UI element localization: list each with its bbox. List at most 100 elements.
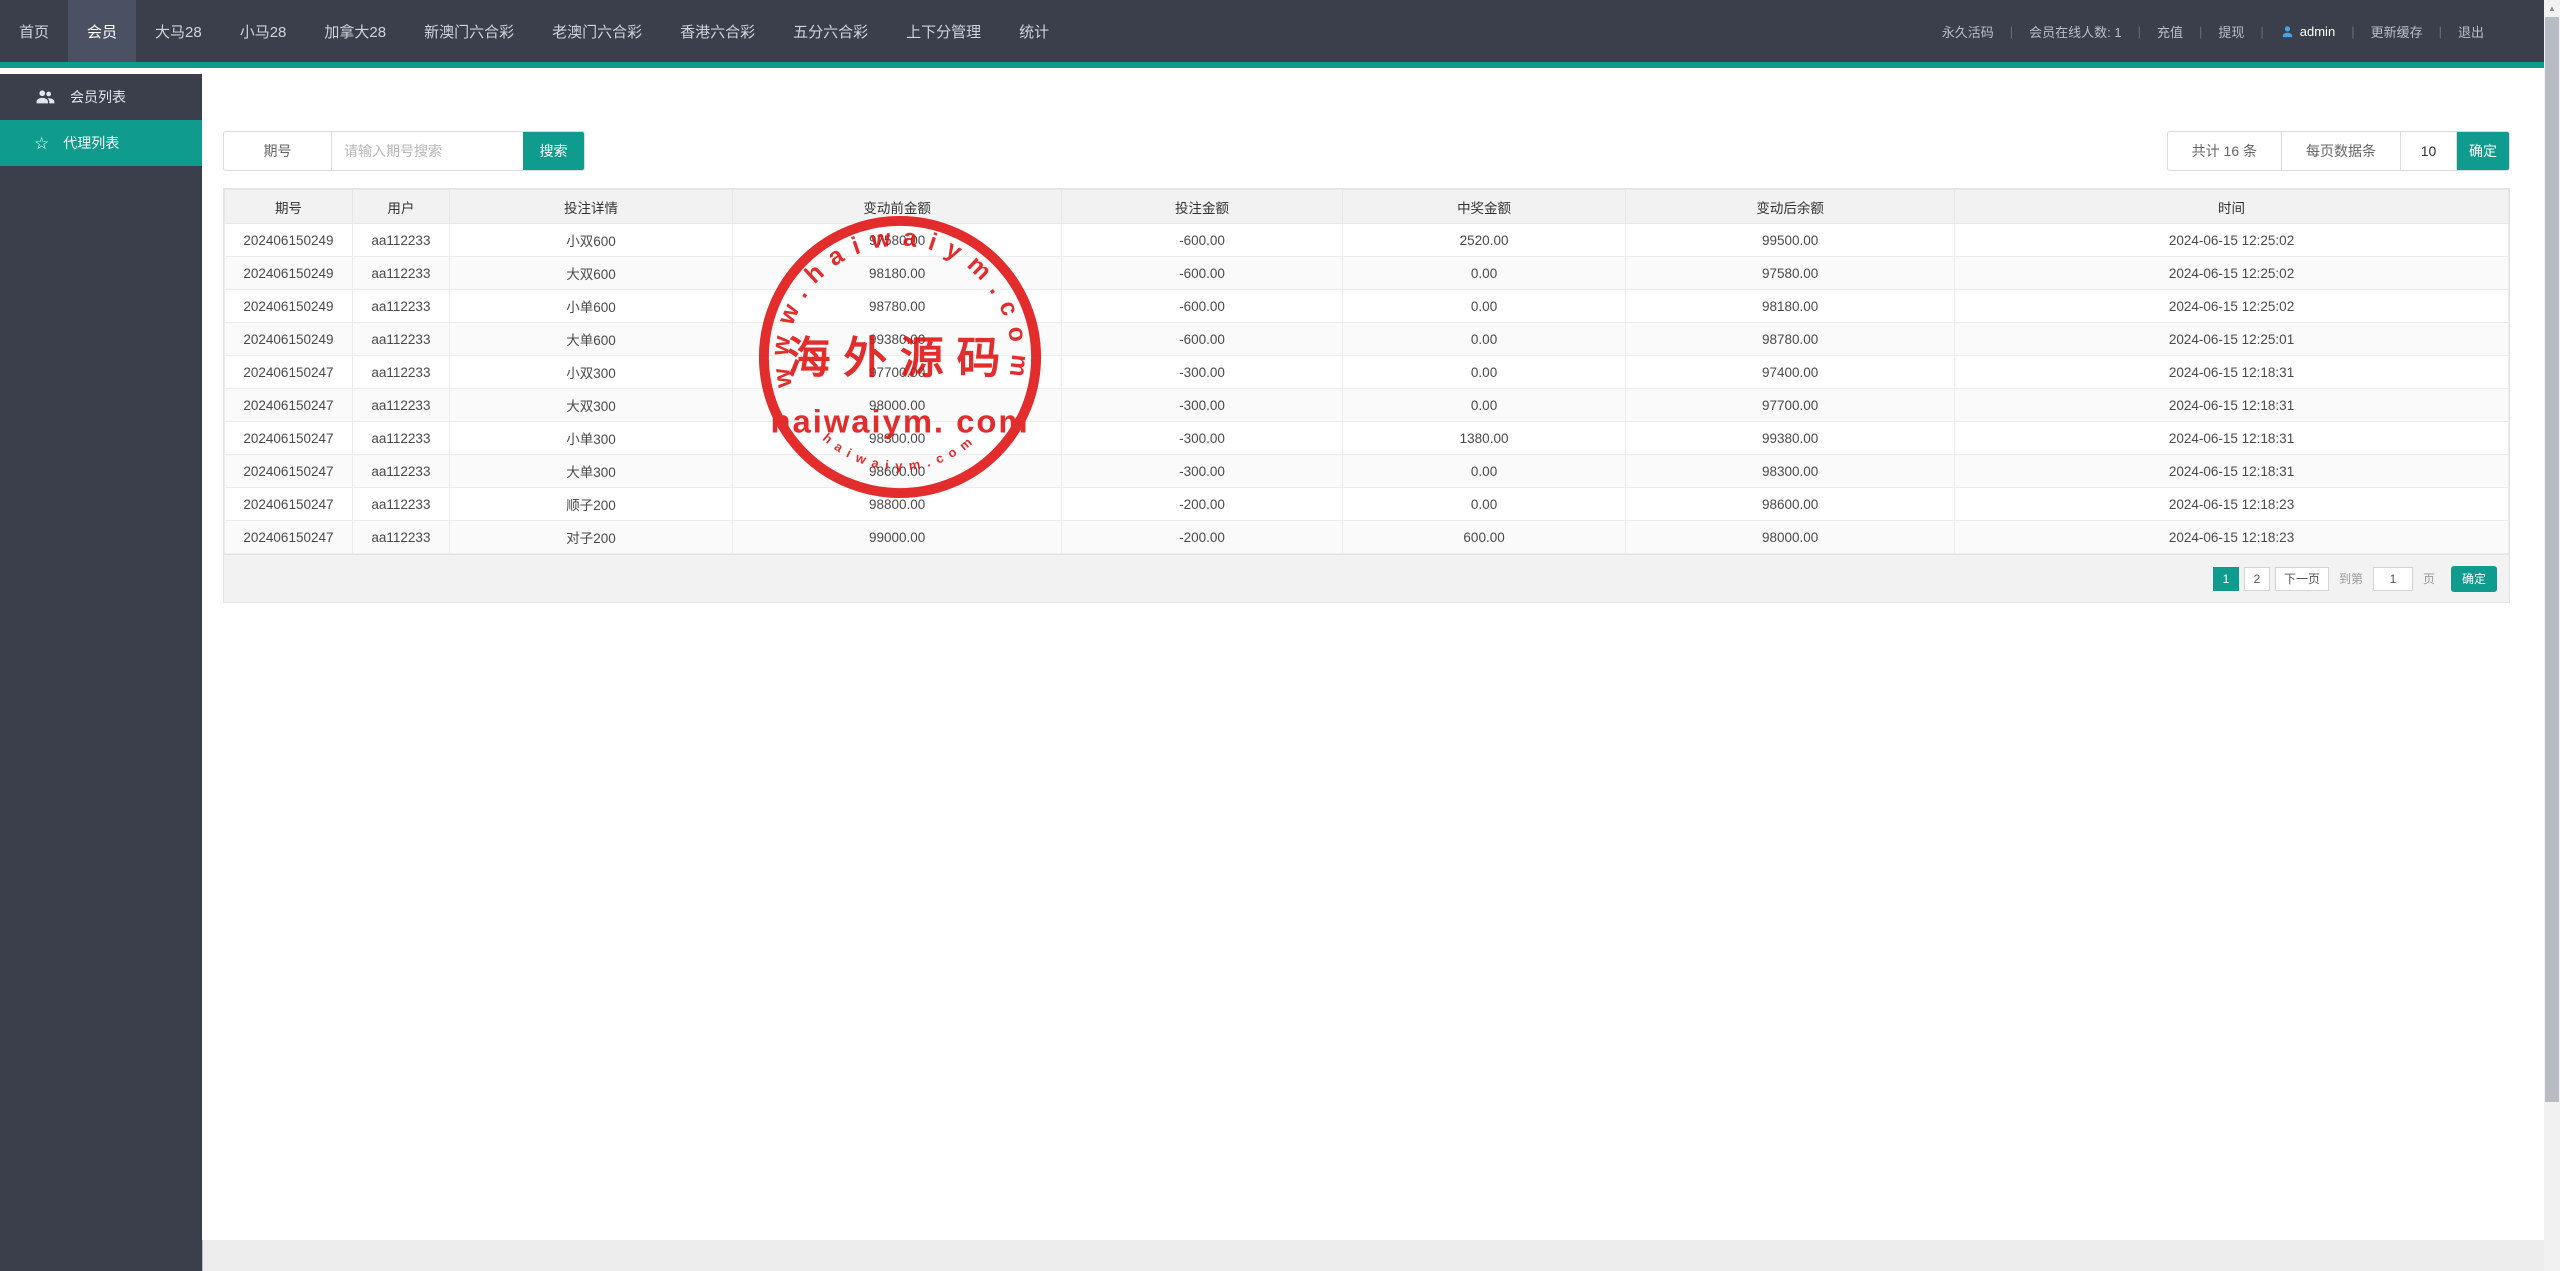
table-cell: 2024-06-15 12:18:23: [1955, 488, 2509, 521]
table-cell: 98600.00: [733, 455, 1062, 488]
topnav-item[interactable]: 统计: [1000, 0, 1068, 62]
table-row: 202406150249aa112233大双60098180.00-600.00…: [225, 257, 2509, 290]
topnav-item[interactable]: 小马28: [221, 0, 306, 62]
goto-page-input[interactable]: [2373, 567, 2413, 591]
topnav-item[interactable]: 首页: [0, 0, 68, 62]
table-cell: 0.00: [1342, 389, 1625, 422]
search-button[interactable]: 搜索: [523, 132, 584, 170]
topnav-item[interactable]: 加拿大28: [305, 0, 405, 62]
vertical-scrollbar[interactable]: ▲: [2544, 0, 2560, 1271]
sidebar-item-label: 代理列表: [63, 133, 119, 153]
topnav-link-label: 充值: [2157, 22, 2183, 41]
page-size-group: 共计 16 条 每页数据条 确定: [2167, 131, 2510, 171]
page-button-1[interactable]: 1: [2213, 567, 2239, 591]
column-header: 变动前金额: [733, 190, 1062, 224]
records-table: 期号用户投注详情变动前金额投注金额中奖金额变动后余额时间 20240615024…: [223, 188, 2510, 603]
table-cell: -600.00: [1062, 257, 1343, 290]
issue-search-group: 期号 搜索: [223, 131, 585, 171]
table-row: 202406150249aa112233小单60098780.00-600.00…: [225, 290, 2509, 323]
table-cell: 202406150249: [225, 257, 353, 290]
table-cell: aa112233: [352, 257, 449, 290]
table-cell: 2024-06-15 12:25:02: [1955, 290, 2509, 323]
goto-page-suffix: 页: [2423, 570, 2435, 587]
issue-search-input[interactable]: [332, 132, 523, 170]
topnav-link[interactable]: 提现: [2202, 22, 2260, 41]
column-header: 中奖金额: [1342, 190, 1625, 224]
table-cell: 0.00: [1342, 290, 1625, 323]
topnav-menu: 首页会员大马28小马28加拿大28新澳门六合彩老澳门六合彩香港六合彩五分六合彩上…: [0, 0, 1068, 62]
table-cell: 202406150247: [225, 521, 353, 554]
pagination-confirm-button[interactable]: 确定: [2451, 566, 2497, 592]
topnav-link[interactable]: 充值: [2141, 22, 2199, 41]
sidebar-item[interactable]: 会员列表: [0, 74, 202, 120]
sidebar-item[interactable]: ☆代理列表: [0, 120, 202, 166]
topnav-link-label: 退出: [2458, 22, 2484, 41]
per-page-input[interactable]: [2401, 132, 2457, 170]
table-cell: 99380.00: [733, 323, 1062, 356]
table-cell: 顺子200: [449, 488, 732, 521]
table-row: 202406150247aa112233小双30097700.00-300.00…: [225, 356, 2509, 389]
vertical-scrollbar-thumb[interactable]: [2545, 17, 2559, 1102]
table-cell: 小双300: [449, 356, 732, 389]
table-cell: 98780.00: [733, 290, 1062, 323]
table-cell: 98300.00: [733, 422, 1062, 455]
top-navbar: 首页会员大马28小马28加拿大28新澳门六合彩老澳门六合彩香港六合彩五分六合彩上…: [0, 0, 2560, 68]
column-header: 投注金额: [1062, 190, 1343, 224]
table-cell: aa112233: [352, 290, 449, 323]
per-page-confirm-button[interactable]: 确定: [2457, 132, 2509, 170]
table-cell: 97580.00: [1626, 257, 1955, 290]
column-header: 用户: [352, 190, 449, 224]
table-cell: 98300.00: [1626, 455, 1955, 488]
table-cell: -200.00: [1062, 488, 1343, 521]
table-cell: aa112233: [352, 323, 449, 356]
table-cell: 2024-06-15 12:18:31: [1955, 455, 2509, 488]
table-cell: 2024-06-15 12:18:31: [1955, 356, 2509, 389]
table-cell: 小单300: [449, 422, 732, 455]
column-header: 时间: [1955, 190, 2509, 224]
table-cell: -600.00: [1062, 224, 1343, 257]
topnav-link[interactable]: 更新缓存: [2355, 22, 2439, 41]
topnav-link[interactable]: admin: [2264, 24, 2351, 39]
table-cell: 大单300: [449, 455, 732, 488]
table-cell: 2024-06-15 12:18:31: [1955, 422, 2509, 455]
table-cell: -300.00: [1062, 356, 1343, 389]
table-cell: aa112233: [352, 422, 449, 455]
next-page-button[interactable]: 下一页: [2275, 567, 2329, 591]
table-cell: 0.00: [1342, 257, 1625, 290]
table-cell: 99380.00: [1626, 422, 1955, 455]
table-cell: 1380.00: [1342, 422, 1625, 455]
table-header-row: 期号用户投注详情变动前金额投注金额中奖金额变动后余额时间: [225, 190, 2509, 224]
topnav-item[interactable]: 上下分管理: [887, 0, 1000, 62]
admin-page: 首页会员大马28小马28加拿大28新澳门六合彩老澳门六合彩香港六合彩五分六合彩上…: [0, 0, 2560, 1271]
table-cell: 98600.00: [1626, 488, 1955, 521]
table-cell: 对子200: [449, 521, 732, 554]
table-cell: 98000.00: [733, 389, 1062, 422]
table-cell: 2024-06-15 12:25:01: [1955, 323, 2509, 356]
topnav-item[interactable]: 大马28: [136, 0, 221, 62]
table-cell: 97580.00: [733, 224, 1062, 257]
table-cell: -300.00: [1062, 389, 1343, 422]
table-row: 202406150247aa112233顺子20098800.00-200.00…: [225, 488, 2509, 521]
table-cell: 202406150249: [225, 290, 353, 323]
table-cell: 202406150247: [225, 389, 353, 422]
page-button-2[interactable]: 2: [2244, 567, 2270, 591]
topnav-item[interactable]: 新澳门六合彩: [405, 0, 533, 62]
topnav-item[interactable]: 老澳门六合彩: [533, 0, 661, 62]
table-cell: 97700.00: [1626, 389, 1955, 422]
topnav-item[interactable]: 五分六合彩: [774, 0, 887, 62]
topnav-item[interactable]: 香港六合彩: [661, 0, 774, 62]
topnav-link-label: admin: [2300, 24, 2335, 39]
topnav-item[interactable]: 会员: [68, 0, 136, 62]
scroll-up-icon[interactable]: ▲: [2544, 0, 2560, 17]
table-cell: aa112233: [352, 455, 449, 488]
table-cell: 0.00: [1342, 488, 1625, 521]
table-footer: 1 2 下一页 到第 页 确定: [224, 554, 2509, 602]
per-page-label: 每页数据条: [2282, 132, 2401, 170]
topnav-link-label: 提现: [2218, 22, 2244, 41]
table-cell: 98780.00: [1626, 323, 1955, 356]
table-cell: 99500.00: [1626, 224, 1955, 257]
topnav-link[interactable]: 退出: [2442, 22, 2500, 41]
table-cell: 202406150247: [225, 488, 353, 521]
horizontal-scrollbar[interactable]: [202, 1240, 2544, 1271]
topnav-link[interactable]: 永久活码: [1926, 22, 2010, 41]
